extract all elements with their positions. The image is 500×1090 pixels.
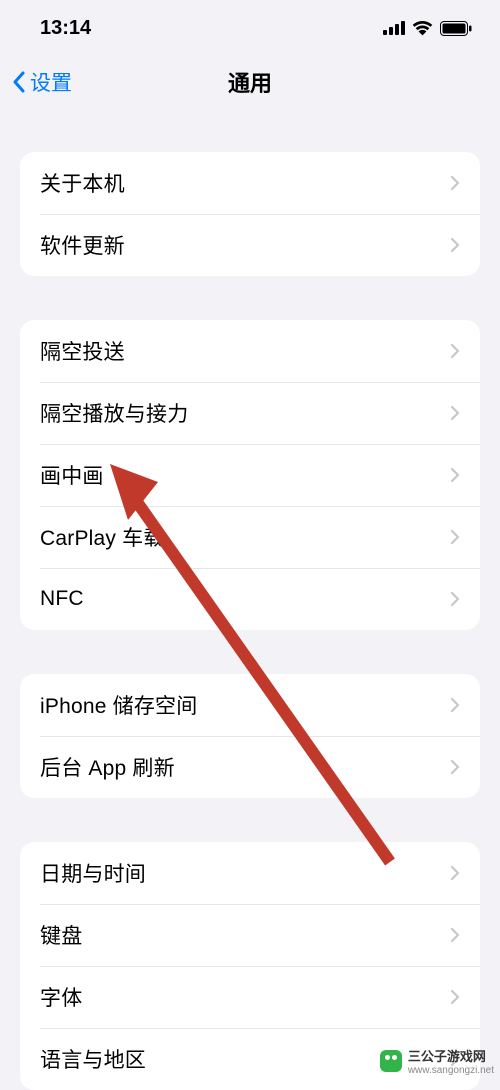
chevron-right-icon	[450, 237, 460, 253]
navigation-bar: 设置 通用	[0, 56, 500, 108]
row-iphone-storage[interactable]: iPhone 储存空间	[20, 674, 480, 736]
watermark-logo-icon	[380, 1050, 402, 1072]
row-software-update[interactable]: 软件更新	[20, 214, 480, 276]
chevron-left-icon	[12, 71, 26, 93]
watermark: 三公子游戏网 www.sangongzi.net	[380, 1046, 494, 1076]
row-label: 字体	[40, 982, 82, 1012]
row-label: 日期与时间	[40, 858, 146, 888]
row-airdrop[interactable]: 隔空投送	[20, 320, 480, 382]
chevron-right-icon	[450, 697, 460, 713]
cellular-signal-icon	[383, 21, 405, 35]
row-nfc[interactable]: NFC	[20, 568, 480, 630]
chevron-right-icon	[450, 927, 460, 943]
row-airplay-handoff[interactable]: 隔空播放与接力	[20, 382, 480, 444]
chevron-right-icon	[450, 405, 460, 421]
chevron-right-icon	[450, 343, 460, 359]
row-label: CarPlay 车载	[40, 522, 165, 552]
status-indicators	[383, 21, 472, 36]
battery-icon	[440, 21, 472, 36]
row-carplay[interactable]: CarPlay 车载	[20, 506, 480, 568]
watermark-url: www.sangongzi.net	[408, 1065, 494, 1076]
chevron-right-icon	[450, 989, 460, 1005]
row-label: 键盘	[40, 920, 82, 950]
row-background-app-refresh[interactable]: 后台 App 刷新	[20, 736, 480, 798]
page-title: 通用	[0, 66, 500, 98]
chevron-right-icon	[450, 591, 460, 607]
row-label: 隔空播放与接力	[40, 398, 188, 428]
row-label: 语言与地区	[40, 1044, 146, 1074]
row-picture-in-picture[interactable]: 画中画	[20, 444, 480, 506]
watermark-text: 三公子游戏网	[408, 1046, 494, 1065]
row-label: 软件更新	[40, 230, 125, 260]
back-button[interactable]: 设置	[12, 67, 72, 97]
status-bar: 13:14	[0, 0, 500, 56]
chevron-right-icon	[450, 865, 460, 881]
row-label: iPhone 储存空间	[40, 690, 197, 720]
row-label: 后台 App 刷新	[40, 752, 175, 782]
chevron-right-icon	[450, 175, 460, 191]
status-time: 13:14	[40, 17, 91, 40]
row-label: 隔空投送	[40, 336, 125, 366]
settings-group-storage: iPhone 储存空间 后台 App 刷新	[20, 674, 480, 798]
row-fonts[interactable]: 字体	[20, 966, 480, 1028]
settings-content: 关于本机 软件更新 隔空投送 隔空播放与接力 画中画 CarPlay 车载 NF…	[0, 152, 500, 1090]
settings-group-connectivity: 隔空投送 隔空播放与接力 画中画 CarPlay 车载 NFC	[20, 320, 480, 630]
row-keyboard[interactable]: 键盘	[20, 904, 480, 966]
row-label: 关于本机	[40, 168, 125, 198]
settings-group-about: 关于本机 软件更新	[20, 152, 480, 276]
row-date-time[interactable]: 日期与时间	[20, 842, 480, 904]
chevron-right-icon	[450, 759, 460, 775]
back-label: 设置	[30, 67, 72, 97]
row-label: NFC	[40, 587, 84, 611]
wifi-icon	[412, 21, 433, 36]
row-about[interactable]: 关于本机	[20, 152, 480, 214]
row-label: 画中画	[40, 460, 104, 490]
chevron-right-icon	[450, 529, 460, 545]
chevron-right-icon	[450, 467, 460, 483]
